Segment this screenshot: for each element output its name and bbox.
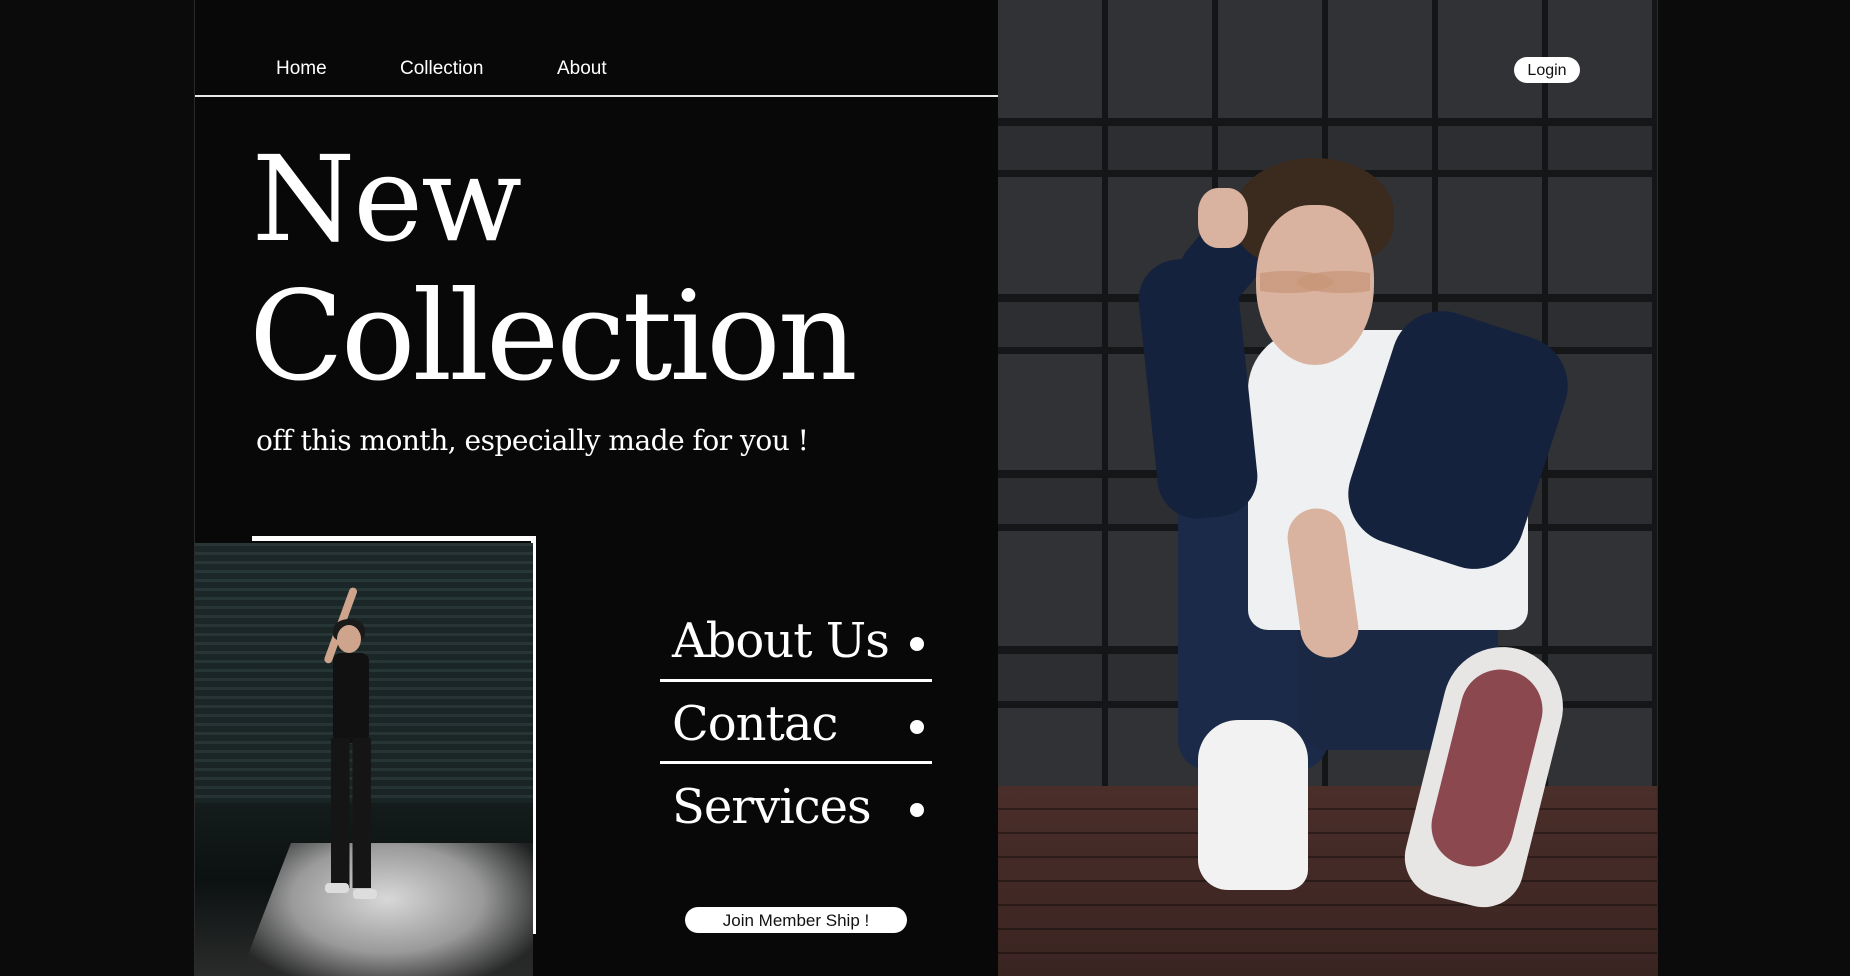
menu-bullet-icon xyxy=(910,637,924,651)
woman-photo xyxy=(195,543,533,976)
menu-item-contact[interactable]: Contac xyxy=(672,700,838,748)
hero-title-line1: New xyxy=(252,130,522,268)
hero-title-line2: Collection xyxy=(249,265,858,409)
nav-divider xyxy=(195,95,1095,97)
man-figure xyxy=(998,0,1657,976)
menu-divider xyxy=(660,679,932,682)
menu-bullet-icon xyxy=(910,803,924,817)
join-membership-button[interactable]: Join Member Ship ! xyxy=(685,907,907,933)
page-frame: Home Collection About New Collection off… xyxy=(194,0,1658,976)
top-nav: Home Collection About xyxy=(195,0,1095,98)
nav-home-link[interactable]: Home xyxy=(276,58,327,80)
menu-item-services[interactable]: Services xyxy=(672,783,872,831)
sunlight-patch xyxy=(237,843,533,976)
hero-subtitle: off this month, especially made for you … xyxy=(256,424,809,457)
nav-about-link[interactable]: About xyxy=(557,58,607,80)
menu-item-about-us[interactable]: About Us xyxy=(672,617,890,665)
login-button[interactable]: Login xyxy=(1514,57,1580,83)
model-photo xyxy=(998,0,1657,976)
sunglasses xyxy=(1260,262,1370,302)
sneaker xyxy=(1198,720,1308,890)
woman-figure xyxy=(315,583,385,913)
menu-divider xyxy=(660,761,932,764)
nav-collection-link[interactable]: Collection xyxy=(400,58,483,80)
menu-bullet-icon xyxy=(910,720,924,734)
